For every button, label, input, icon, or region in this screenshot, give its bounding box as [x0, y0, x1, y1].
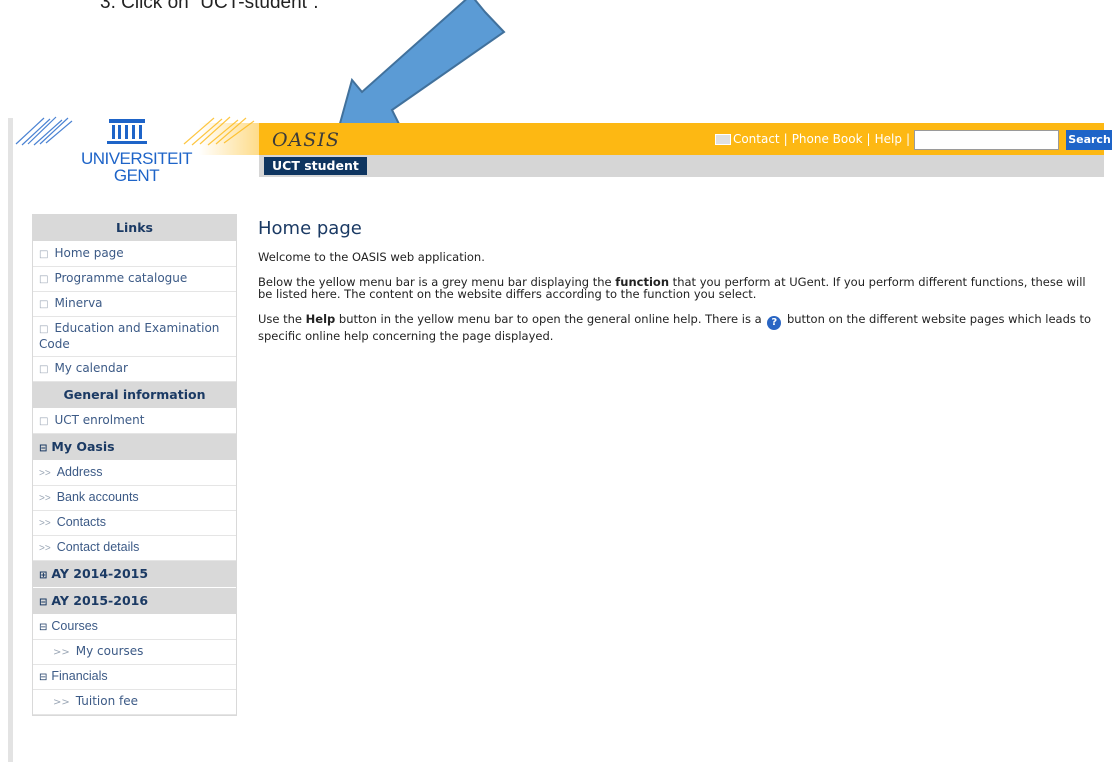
sidebar: Links □ Home page □ Programme catalogue □ M…	[32, 214, 237, 716]
sidebar-item-contacts[interactable]: >> Contacts	[33, 511, 236, 536]
sidebar-item-tuition-fee[interactable]: >> Tuition fee	[33, 690, 236, 715]
oasis-logo[interactable]: OASIS	[272, 129, 340, 151]
sidebar-header-label: My Oasis	[51, 439, 115, 454]
sidebar-item-label: Courses	[51, 619, 98, 633]
sidebar-item-label: Programme catalogue	[54, 271, 188, 285]
sidebar-header-my-oasis[interactable]: ⊟ My Oasis	[33, 434, 236, 461]
separator: |	[783, 132, 788, 146]
double-chevron-icon: >>	[39, 493, 51, 504]
sidebar-item-uct-enrolment[interactable]: □ UCT enrolment	[33, 409, 236, 434]
square-bullet-icon: □	[39, 299, 49, 310]
sidebar-header-ay-2014-2015[interactable]: ⊞ AY 2014-2015	[33, 561, 236, 588]
page-title: Home page	[258, 218, 362, 239]
double-chevron-icon: >>	[53, 647, 70, 658]
separator: |	[905, 132, 910, 146]
double-chevron-icon: >>	[39, 518, 51, 529]
sidebar-item-contact-details[interactable]: >> Contact details	[33, 536, 236, 561]
sidebar-item-label: Contacts	[56, 515, 107, 529]
grey-function-bar: UCT student	[259, 155, 1104, 177]
help-paragraph: Use the Help button in the yellow menu b…	[258, 311, 1098, 343]
square-bullet-icon: □	[39, 324, 49, 335]
sidebar-header-general-information: General information	[33, 382, 236, 409]
sidebar-item-minerva[interactable]: □ Minerva	[33, 292, 236, 317]
logo-text-line2: GENT	[113, 166, 160, 185]
function-paragraph: Below the yellow menu bar is a grey menu…	[258, 275, 1098, 301]
yellow-menu-bar: OASIS Contact | Phone Book | Help | Search	[199, 123, 1112, 155]
sidebar-item-my-calendar[interactable]: □ My calendar	[33, 357, 236, 382]
double-chevron-icon: >>	[39, 543, 51, 554]
double-chevron-icon: >>	[53, 697, 70, 708]
sidebar-item-label: Tuition fee	[75, 694, 139, 708]
square-bullet-icon: □	[39, 364, 49, 375]
sidebar-item-label: Address	[56, 465, 103, 479]
sidebar-item-programme-catalogue[interactable]: □ Programme catalogue	[33, 267, 236, 292]
uct-student-tab[interactable]: UCT student	[264, 157, 367, 175]
instruction-text: 3. Click on “UCT-student”.	[100, 0, 319, 13]
collapse-icon: ⊟	[39, 597, 48, 608]
contact-card-icon	[714, 134, 731, 145]
sidebar-item-courses[interactable]: ⊟ Courses	[33, 615, 236, 640]
square-bullet-icon: □	[39, 249, 49, 260]
welcome-paragraph: Welcome to the OASIS web application.	[258, 250, 485, 264]
collapse-icon: ⊟	[39, 622, 48, 633]
bold-text: Help	[305, 311, 336, 326]
text-span: button in the yellow menu bar to open th…	[335, 311, 766, 326]
ugent-temple-icon	[107, 119, 147, 144]
text-span: Use the	[258, 311, 306, 326]
sidebar-item-home-page[interactable]: □ Home page	[33, 242, 236, 267]
sidebar-item-label: Contact details	[56, 540, 140, 554]
separator: |	[866, 132, 871, 146]
site-header: UNIVERSITEIT GENT OASIS Contact | Phone Bo…	[14, 116, 1112, 186]
sidebar-item-label: Education and Examination Code	[39, 321, 220, 351]
double-chevron-icon: >>	[39, 468, 51, 479]
top-links: Contact | Phone Book | Help |	[714, 132, 914, 146]
sidebar-item-address[interactable]: >> Address	[33, 461, 236, 486]
sidebar-item-label: Bank accounts	[56, 490, 139, 504]
sidebar-header-label: AY 2015-2016	[51, 593, 149, 608]
sidebar-item-label: Financials	[51, 669, 108, 683]
collapse-icon: ⊟	[39, 443, 48, 454]
square-bullet-icon: □	[39, 274, 49, 285]
phone-book-link[interactable]: Phone Book	[792, 132, 863, 146]
sidebar-item-my-courses[interactable]: >> My courses	[33, 640, 236, 665]
help-link[interactable]: Help	[875, 132, 902, 146]
sidebar-item-financials[interactable]: ⊟ Financials	[33, 665, 236, 690]
sidebar-item-education-code[interactable]: □ Education and Examination Code	[33, 317, 236, 357]
sidebar-header-links: Links	[33, 215, 236, 242]
search-input[interactable]	[914, 130, 1059, 150]
page-left-border	[8, 118, 13, 762]
sidebar-item-label: My courses	[75, 644, 144, 658]
sidebar-item-label: Home page	[54, 246, 124, 260]
help-icon: ?	[767, 315, 782, 330]
collapse-icon: ⊟	[39, 672, 48, 683]
search-button[interactable]: Search	[1066, 130, 1112, 150]
sidebar-header-ay-2015-2016[interactable]: ⊟ AY 2015-2016	[33, 588, 236, 615]
sidebar-item-bank-accounts[interactable]: >> Bank accounts	[33, 486, 236, 511]
square-bullet-icon: □	[39, 416, 49, 427]
expand-icon: ⊞	[39, 570, 48, 581]
sidebar-header-label: AY 2014-2015	[51, 566, 149, 581]
sidebar-item-label: My calendar	[54, 361, 128, 375]
sidebar-item-label: UCT enrolment	[54, 413, 145, 427]
main-content: Home page Welcome to the OASIS web appli…	[258, 214, 1098, 354]
contact-link[interactable]: Contact	[733, 132, 780, 146]
sidebar-item-label: Minerva	[54, 296, 103, 310]
